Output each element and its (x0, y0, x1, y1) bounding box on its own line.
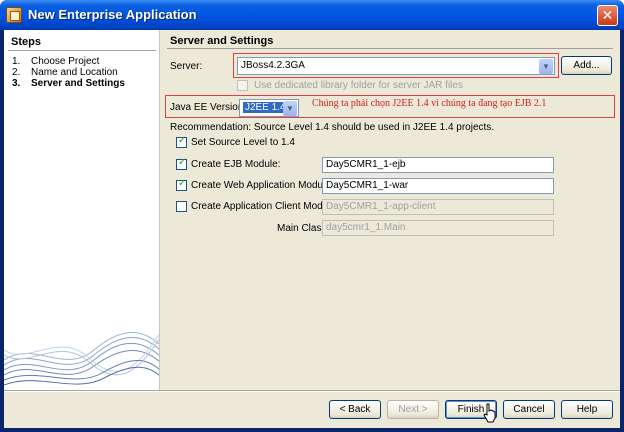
decorative-waves-image (4, 332, 159, 386)
javaee-version-label: Java EE Version: (170, 102, 247, 113)
server-value: JBoss4.2.3GA (241, 60, 305, 71)
recommendation-text: Recommendation: Source Level 1.4 should … (170, 122, 495, 133)
steps-divider (8, 50, 156, 51)
chevron-down-icon[interactable]: ▼ (539, 59, 553, 74)
add-server-button[interactable]: Add... (561, 56, 612, 75)
close-button[interactable]: ✕ (597, 5, 618, 26)
step-item: 2. Name and Location (12, 67, 118, 78)
step-label: Server and Settings (31, 78, 125, 89)
back-button[interactable]: < Back (329, 400, 381, 419)
annotation-note: Chúng ta phải chọn J2EE 1.4 vì chúng ta … (312, 98, 547, 109)
dialog-window: New Enterprise Application ✕ Steps 1. Cho… (0, 0, 624, 432)
window-title: New Enterprise Application (28, 7, 197, 22)
dedicated-library-checkbox[interactable] (237, 80, 248, 91)
client-module-label: Create Application Client Module: (191, 201, 339, 212)
client-module-field[interactable]: Day5CMR1_1-app-client (322, 199, 554, 215)
dialog-body: Steps 1. Choose Project 2. Name and Locati… (4, 30, 620, 428)
settings-panel: Server and Settings Server: JBoss4.2.3GA… (161, 30, 620, 390)
steps-panel: Steps 1. Choose Project 2. Name and Locati… (4, 30, 160, 390)
step-label: Name and Location (31, 67, 118, 78)
web-module-checkbox[interactable] (176, 178, 187, 191)
step-item: 1. Choose Project (12, 56, 100, 67)
steps-list: 1. Choose Project 2. Name and Location 3. S… (12, 56, 125, 89)
web-module-field[interactable]: Day5CMR1_1-war (322, 178, 554, 194)
title-bar[interactable]: New Enterprise Application ✕ (0, 0, 624, 30)
ejb-module-checkbox[interactable] (176, 157, 187, 170)
help-button[interactable]: Help (561, 400, 613, 419)
section-divider (167, 48, 613, 49)
steps-heading: Steps (11, 36, 41, 48)
ejb-module-field[interactable]: Day5CMR1_1-ejb (322, 157, 554, 173)
javaee-version-value: J2EE 1.4 (243, 102, 288, 113)
section-heading: Server and Settings (170, 35, 274, 47)
step-item-current: 3. Server and Settings (12, 78, 125, 89)
next-button[interactable]: Next > (387, 400, 439, 419)
chevron-down-icon[interactable]: ▼ (283, 101, 297, 116)
main-class-field[interactable]: day5cmr1_1.Main (322, 220, 554, 236)
source-level-label: Set Source Level to 1.4 (191, 137, 295, 148)
server-dropdown[interactable]: JBoss4.2.3GA ▼ (237, 57, 555, 75)
source-level-checkbox[interactable] (176, 135, 187, 148)
client-module-checkbox[interactable] (176, 201, 187, 212)
ejb-module-label: Create EJB Module: (191, 159, 281, 170)
step-label: Choose Project (31, 56, 100, 67)
cancel-button[interactable]: Cancel (503, 400, 555, 419)
app-icon (6, 7, 22, 23)
footer-divider-highlight (4, 391, 620, 392)
dedicated-library-label: Use dedicated library folder for server … (254, 80, 463, 91)
javaee-version-dropdown[interactable]: J2EE 1.4 ▼ (239, 99, 299, 117)
web-module-label: Create Web Application Module: (191, 180, 334, 191)
server-label: Server: (170, 61, 203, 72)
mouse-cursor-icon (483, 403, 496, 423)
